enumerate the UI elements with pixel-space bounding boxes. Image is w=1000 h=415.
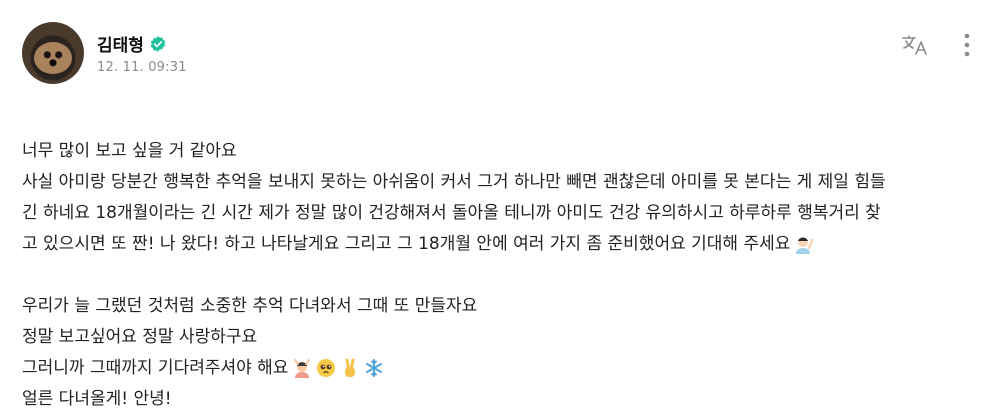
person-gesturing-ok-emoji-icon <box>294 359 311 378</box>
post-line-with-emoji: 그러니까 그때까지 기다려주셔야 해요 <box>22 353 982 384</box>
verified-badge-icon <box>150 35 166 52</box>
post-timestamp: 12. 11. 09:31 <box>97 60 187 75</box>
post-line-text: 고 있으시면 또 짠! 나 왔다! 하고 나타날게요 그리고 그 18개월 안에… <box>22 234 791 254</box>
victory-hand-emoji-icon <box>345 358 356 377</box>
post-actions <box>900 30 982 60</box>
more-options-button[interactable] <box>952 30 982 60</box>
snowflake-emoji-icon <box>366 359 383 377</box>
pleading-face-emoji-icon <box>317 359 336 377</box>
more-vertical-icon <box>964 33 970 57</box>
post-line: 정말 보고싶어요 정말 사랑하구요 <box>22 327 258 347</box>
post-line-text: 그러니까 그때까지 기다려주셔야 해요 <box>22 358 289 378</box>
post-header: 김태형 12. 11. 09:31 <box>22 22 982 86</box>
post-line-with-emoji: 고 있으시면 또 짠! 나 왔다! 하고 나타날게요 그리고 그 18개월 안에… <box>22 229 982 260</box>
translate-icon <box>902 35 927 55</box>
person-raising-hand-emoji-icon <box>796 237 814 254</box>
post-line: 긴 하네요 18개월이라는 긴 시간 제가 정말 많이 건강해져서 돌아올 테니… <box>22 203 881 223</box>
author-name-row: 김태형 <box>97 31 167 56</box>
post-line: 사실 아미랑 당분간 행복한 추억을 보내지 못하는 아쉬움이 커서 그거 하나… <box>22 172 886 192</box>
post-line: 얼른 다녀올게! 안녕! <box>22 389 172 409</box>
author-name[interactable]: 김태형 <box>97 31 144 56</box>
post-line: 우리가 늘 그랬던 것처럼 소중한 추억 다녀와서 그때 또 만들자요 <box>22 296 478 316</box>
author-avatar[interactable] <box>22 22 84 84</box>
translate-button[interactable] <box>900 30 930 60</box>
post-line: 너무 많이 보고 싶을 거 같아요 <box>22 141 237 161</box>
post-body: 너무 많이 보고 싶을 거 같아요 사실 아미랑 당분간 행복한 추억을 보내지… <box>22 136 982 415</box>
